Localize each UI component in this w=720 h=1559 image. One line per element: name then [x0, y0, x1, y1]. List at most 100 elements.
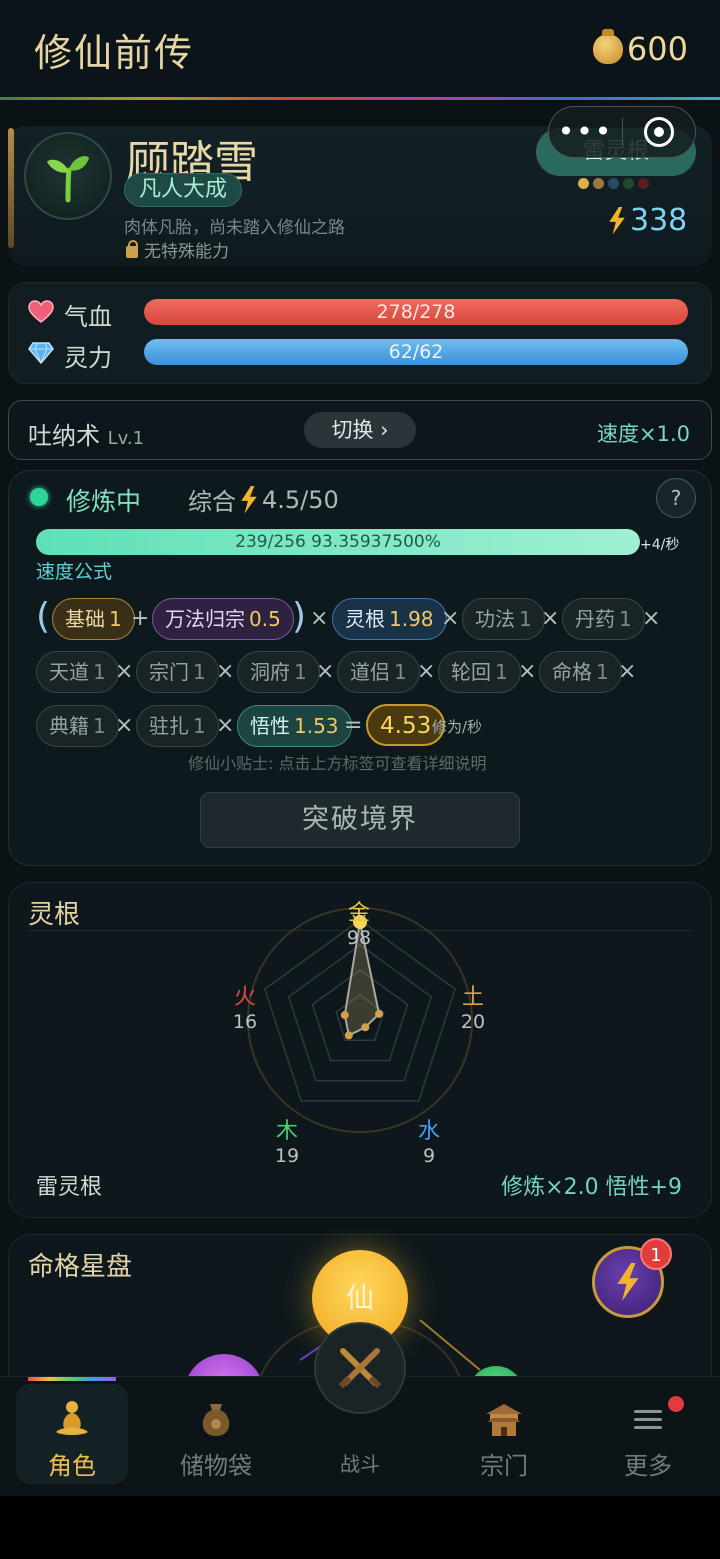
meditation-icon — [56, 1401, 88, 1435]
formula-chip-mingge[interactable]: 命格 1 — [539, 651, 622, 693]
diamond-icon — [28, 342, 54, 365]
times-operator: × — [216, 659, 235, 684]
nav-item-battle[interactable] — [314, 1322, 406, 1414]
nav-item-character[interactable]: 角色 — [16, 1384, 128, 1484]
formula-chip-gongfa[interactable]: 功法 1 — [462, 598, 545, 640]
radar-point-木 — [344, 1031, 353, 1040]
formula-chip-wanfa[interactable]: 万法归宗 0.5 — [152, 598, 294, 640]
spirit-root-name: 雷灵根 — [36, 1175, 103, 1200]
more-dots-icon[interactable]: ••• — [549, 106, 622, 158]
spirit-root-title: 灵根 — [28, 900, 81, 930]
miniprogram-capsule: ••• — [548, 106, 696, 158]
lock-icon — [126, 239, 138, 258]
technique-level: Lv.1 — [107, 428, 145, 449]
mp-bar: 62/62 — [144, 339, 688, 365]
formula-chip-danyao[interactable]: 丹药 1 — [562, 598, 645, 640]
times-operator: × — [115, 713, 134, 738]
technique-name: 吐纳术 Lv.1 — [28, 416, 144, 451]
status-dot — [30, 488, 48, 506]
bag-icon — [202, 1404, 230, 1436]
times-operator: × — [417, 659, 436, 684]
formula-chip-dianji[interactable]: 典籍 1 — [36, 705, 119, 747]
card-accent-edge — [8, 128, 14, 248]
fate-star-title: 命格星盘 — [28, 1252, 133, 1282]
realm-badge[interactable]: 凡人大成 — [124, 173, 243, 207]
rainbow-divider — [0, 97, 720, 100]
formula-unit: 修为/秒 — [432, 718, 483, 736]
score-value: 4.5/50 — [262, 485, 339, 514]
formula-chip-tiandao[interactable]: 天道 1 — [36, 651, 119, 693]
times-operator: × — [541, 606, 560, 631]
character-description: 肉体凡胎，尚未踏入修仙之路 — [124, 218, 345, 238]
element-water: 水9 — [417, 1119, 440, 1168]
breakthrough-button[interactable]: 突破境界 — [200, 792, 520, 848]
nav-label: 战斗 — [340, 1452, 380, 1476]
menu-icon — [634, 1410, 662, 1429]
times-operator: × — [518, 659, 537, 684]
cultivation-tip: 修仙小贴士: 点击上方标签可查看详细说明 — [188, 754, 487, 773]
lightning-icon — [613, 1263, 643, 1301]
plus-operator: + — [131, 606, 150, 631]
nav-item-sect[interactable]: 宗门 — [448, 1384, 560, 1484]
nav-label: 角色 — [48, 1452, 96, 1480]
nav-label: 储物袋 — [180, 1452, 252, 1480]
times-operator: × — [316, 659, 335, 684]
score-label: 综合 — [188, 488, 236, 516]
formula-chip-linggen[interactable]: 灵根 1.98 — [332, 598, 447, 640]
element-earth: 土 20 — [460, 985, 486, 1034]
times-operator: × — [441, 606, 460, 631]
avatar[interactable] — [24, 132, 112, 220]
close-paren: ) — [292, 596, 307, 637]
hp-label: 气血 — [64, 303, 112, 331]
nav-item-more[interactable]: 更多 — [592, 1384, 704, 1484]
formula-label: 速度公式 — [36, 561, 113, 583]
sprout-icon — [47, 156, 89, 203]
technique-title: 吐纳术 — [28, 422, 100, 450]
coin-balance[interactable]: 600 — [592, 29, 688, 68]
spirit-root-dots — [578, 178, 649, 189]
formula-chip-base[interactable]: 基础 1 — [52, 598, 135, 640]
technique-speed: 速度×1.0 — [597, 422, 690, 446]
nav-rainbow-accent — [28, 1377, 116, 1381]
notification-badge: 1 — [640, 1238, 672, 1270]
nav-item-bag[interactable]: 储物袋 — [160, 1384, 272, 1484]
nav-label: 宗门 — [480, 1452, 528, 1480]
ability-text: 无特殊能力 — [144, 242, 229, 262]
equals-operator: = — [344, 713, 363, 738]
element-wood: 木 19 — [274, 1119, 300, 1168]
spirit-root-bonus: 修炼×2.0 悟性+9 — [501, 1175, 682, 1200]
system-bottom-area — [0, 1496, 720, 1559]
formula-chip-zhuzha[interactable]: 驻扎 1 — [136, 705, 219, 747]
nav-label: 更多 — [624, 1452, 672, 1480]
stats-card — [8, 282, 712, 384]
times-operator: × — [216, 713, 235, 738]
coin-amount: 600 — [626, 30, 688, 68]
times-operator: × — [618, 659, 637, 684]
heart-icon — [28, 300, 54, 323]
more-notification-dot — [668, 1396, 684, 1412]
formula-chip-lunhui[interactable]: 轮回 1 — [438, 651, 521, 693]
formula-chip-wuxing[interactable]: 悟性 1.53 — [237, 705, 352, 747]
hp-bar: 278/278 — [144, 299, 688, 325]
cultivation-score: 综合 4.5/50 — [188, 482, 339, 517]
cultivation-rate: +4/秒 — [640, 537, 680, 553]
money-bag-icon — [592, 29, 623, 64]
lightning-icon — [606, 207, 628, 235]
element-metal: 金 98 — [346, 901, 372, 950]
switch-technique-button[interactable]: 切换 › — [304, 412, 416, 448]
element-fire: 火 16 — [232, 985, 258, 1034]
formula-chip-daolv[interactable]: 道侣 1 — [337, 651, 420, 693]
lightning-icon — [238, 486, 260, 514]
formula-chip-zongmen[interactable]: 宗门 1 — [136, 651, 219, 693]
radar-point-土 — [375, 1009, 384, 1018]
app-title: 修仙前传 — [34, 31, 195, 75]
close-target-icon[interactable] — [623, 117, 695, 147]
help-button[interactable]: ? — [656, 478, 696, 518]
times-operator: × — [642, 606, 661, 631]
radar-point-火 — [340, 1011, 349, 1020]
formula-chip-dongfu[interactable]: 洞府 1 — [237, 651, 320, 693]
character-ability: 无特殊能力 — [126, 237, 229, 262]
energy-value: 338 — [630, 203, 688, 238]
open-paren: ( — [36, 596, 51, 637]
times-operator: × — [115, 659, 134, 684]
